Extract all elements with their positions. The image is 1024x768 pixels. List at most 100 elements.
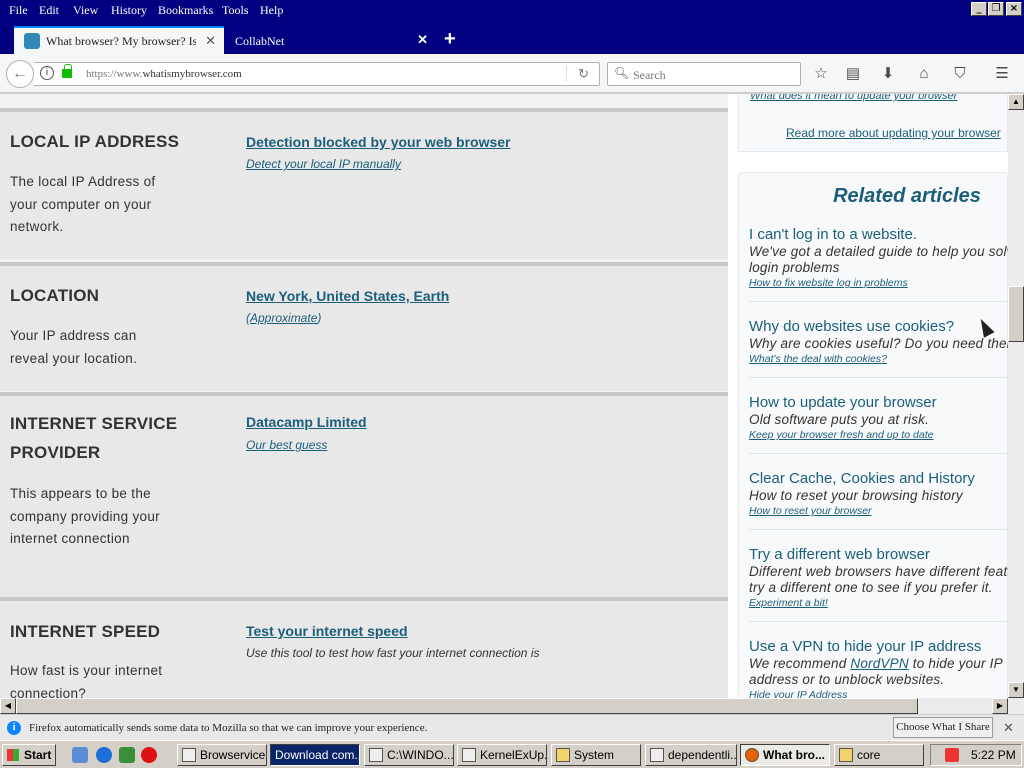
vertical-scroll-thumb[interactable] bbox=[1008, 286, 1024, 342]
scroll-down-arrow-icon[interactable]: ▼ bbox=[1008, 682, 1024, 698]
search-input[interactable]: 🔍︎ Search bbox=[607, 62, 801, 86]
task-label: core bbox=[857, 748, 881, 762]
task-browservice[interactable]: Browservice... bbox=[177, 744, 267, 766]
task-label: dependentli... bbox=[668, 748, 737, 762]
menu-history[interactable]: History bbox=[111, 3, 147, 18]
info-icon[interactable]: i bbox=[40, 66, 54, 80]
new-tab-button[interactable]: + bbox=[444, 28, 456, 51]
article-title-link[interactable]: I can't log in to a website. bbox=[749, 226, 1008, 244]
choose-what-i-share-button[interactable]: Choose What I Share bbox=[893, 717, 993, 738]
section-heading: INTERNET SPEED bbox=[10, 622, 161, 641]
article-clear-cache: Clear Cache, Cookies and History How to … bbox=[749, 470, 1008, 519]
tray-app-icon[interactable] bbox=[945, 748, 959, 762]
menu-view[interactable]: View bbox=[73, 3, 98, 18]
tab-bar: What browser? My browser? Is m ✕ CollabN… bbox=[0, 22, 1024, 54]
navigation-toolbar: i https://www.whatismybrowser.com ↻ ← 🔍︎… bbox=[0, 54, 1024, 93]
article-link[interactable]: How to reset your browser bbox=[749, 504, 1008, 519]
update-meaning-link[interactable]: What does it mean to update your browser bbox=[750, 94, 957, 102]
horizontal-scrollbar[interactable]: ◀ ▶ bbox=[0, 698, 1024, 714]
speed-test-link[interactable]: Test your internet speed bbox=[246, 623, 408, 639]
menu-tools[interactable]: Tools bbox=[222, 3, 249, 18]
back-button[interactable]: ← bbox=[6, 60, 34, 88]
task-system[interactable]: System bbox=[551, 744, 641, 766]
bookmark-star-icon[interactable]: ☆ bbox=[811, 65, 831, 83]
close-tab-icon[interactable]: ✕ bbox=[205, 33, 216, 49]
windows-logo-icon bbox=[7, 749, 19, 761]
page-content: LOCAL IP ADDRESS The local IP Address of… bbox=[0, 94, 1008, 698]
pocket-icon[interactable]: ⛉ bbox=[950, 65, 970, 83]
approximate-link[interactable]: Approximate bbox=[250, 311, 317, 325]
url-bar[interactable]: i https://www.whatismybrowser.com ↻ bbox=[34, 62, 600, 86]
close-notification-icon[interactable]: ✕ bbox=[1003, 720, 1014, 736]
vertical-scrollbar[interactable]: ▲ ▼ bbox=[1008, 94, 1024, 698]
app-icon bbox=[182, 748, 196, 762]
related-articles-title: Related articles bbox=[833, 185, 981, 207]
task-cmd[interactable]: C:\WINDO... bbox=[364, 744, 454, 766]
menu-bookmarks[interactable]: Bookmarks bbox=[158, 3, 213, 18]
scroll-right-arrow-icon[interactable]: ▶ bbox=[992, 698, 1008, 714]
show-desktop-icon[interactable] bbox=[72, 747, 88, 763]
article-link[interactable]: Experiment a bit! bbox=[749, 596, 1008, 611]
task-download[interactable]: Download com... bbox=[270, 744, 360, 766]
read-more-update-link[interactable]: Read more about updating your browser bbox=[786, 126, 1001, 140]
globe-favicon-icon bbox=[24, 33, 40, 49]
task-label: Browservice... bbox=[200, 748, 266, 762]
article-description: We've got a detailed guide to help you s… bbox=[749, 244, 1008, 275]
menu-help[interactable]: Help bbox=[260, 3, 283, 18]
article-link[interactable]: How to fix website log in problems bbox=[749, 276, 1008, 291]
info-icon: i bbox=[7, 721, 21, 735]
scroll-up-arrow-icon[interactable]: ▲ bbox=[1008, 94, 1024, 110]
restore-button[interactable]: ❐ bbox=[988, 2, 1004, 16]
article-title-link[interactable]: Clear Cache, Cookies and History bbox=[749, 470, 1008, 488]
menu-edit[interactable]: Edit bbox=[39, 3, 59, 18]
article-title-link[interactable]: How to update your browser bbox=[749, 394, 1008, 412]
menu-bar: File Edit View History Bookmarks Tools H… bbox=[0, 0, 1024, 22]
article-login: I can't log in to a website. We've got a… bbox=[749, 226, 1008, 291]
reload-icon[interactable]: ↻ bbox=[578, 66, 589, 82]
article-title-link[interactable]: Use a VPN to hide your IP address bbox=[749, 638, 1008, 656]
close-tab-icon[interactable]: ✕ bbox=[417, 32, 428, 48]
folder-icon bbox=[556, 748, 570, 762]
task-core[interactable]: core bbox=[834, 744, 924, 766]
isp-value-link[interactable]: Datacamp Limited bbox=[246, 414, 367, 430]
best-guess-link[interactable]: Our best guess bbox=[246, 438, 327, 452]
close-window-button[interactable]: × bbox=[1006, 2, 1022, 16]
related-articles-box: Related articles I can't log in to a web… bbox=[738, 172, 1008, 698]
home-icon[interactable]: ⌂ bbox=[914, 65, 934, 83]
article-link[interactable]: Keep your browser fresh and up to date bbox=[749, 428, 1008, 443]
detect-local-ip-link[interactable]: Detect your local IP manually bbox=[246, 157, 401, 171]
url-prefix: https://www. bbox=[86, 68, 143, 80]
scroll-left-arrow-icon[interactable]: ◀ bbox=[0, 698, 16, 714]
task-kernelex[interactable]: KernelExUp... bbox=[457, 744, 547, 766]
tab-whatismybrowser[interactable]: What browser? My browser? Is m ✕ bbox=[14, 26, 224, 54]
start-button[interactable]: Start bbox=[2, 744, 56, 766]
section-local-ip: LOCAL IP ADDRESS The local IP Address of… bbox=[0, 108, 728, 259]
article-title-link[interactable]: Why do websites use cookies? bbox=[749, 318, 1008, 336]
nordvpn-link[interactable]: NordVPN bbox=[850, 656, 908, 671]
local-ip-value-link[interactable]: Detection blocked by your web browser bbox=[246, 134, 511, 150]
notification-bar: i Firefox automatically sends some data … bbox=[0, 714, 1024, 740]
network-icon[interactable] bbox=[119, 747, 135, 763]
tab-collabnet[interactable]: CollabNet ✕ bbox=[226, 26, 436, 54]
article-link[interactable]: What's the deal with cookies? bbox=[749, 352, 1008, 367]
opera-icon[interactable] bbox=[141, 747, 157, 763]
internet-explorer-icon[interactable] bbox=[96, 747, 112, 763]
article-description: How to reset your browsing history bbox=[749, 488, 963, 503]
location-value-link[interactable]: New York, United States, Earth bbox=[246, 288, 449, 304]
article-title-link[interactable]: Try a different web browser bbox=[749, 546, 1008, 564]
downloads-icon[interactable]: ⬇ bbox=[878, 65, 898, 83]
bookmarks-library-icon[interactable]: ▤ bbox=[843, 65, 863, 83]
section-description: This appears to be the company providing… bbox=[10, 486, 160, 546]
article-link[interactable]: Hide your IP Address bbox=[749, 688, 1008, 698]
search-icon: 🔍︎ bbox=[614, 66, 630, 80]
task-dependentlibs[interactable]: dependentli... bbox=[645, 744, 737, 766]
minimize-button[interactable]: _ bbox=[971, 2, 987, 16]
task-firefox[interactable]: What bro... bbox=[740, 744, 830, 766]
hamburger-menu-icon[interactable]: ☰ bbox=[992, 65, 1012, 83]
section-internet-speed: INTERNET SPEED How fast is your internet… bbox=[0, 597, 728, 698]
article-update: How to update your browser Old software … bbox=[749, 394, 1008, 443]
menu-file[interactable]: File bbox=[9, 3, 28, 18]
app-icon bbox=[462, 748, 476, 762]
horizontal-scroll-thumb[interactable] bbox=[16, 698, 918, 714]
url-text[interactable]: https://www.whatismybrowser.com bbox=[86, 68, 242, 80]
